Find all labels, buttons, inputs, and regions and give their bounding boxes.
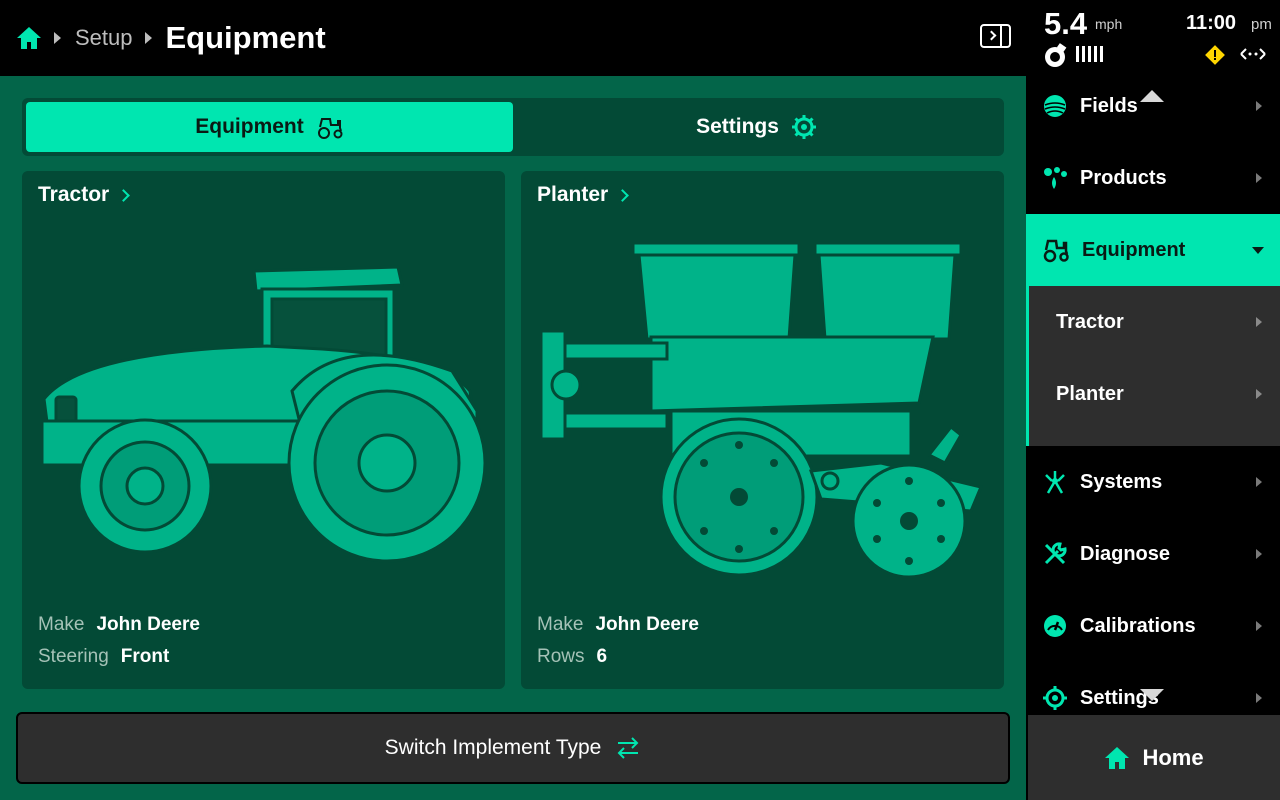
gear-icon — [791, 115, 816, 139]
header-bar: Setup Equipment — [0, 0, 1026, 76]
planter-illustration — [539, 241, 984, 579]
swap-arrows-icon — [617, 737, 639, 759]
products-icon — [1044, 167, 1067, 189]
page-title: Equipment — [165, 20, 326, 55]
planter-rows-row: Rows 6 — [537, 646, 608, 667]
wrench-icon — [1044, 542, 1067, 565]
planter-card[interactable]: Planter Make John Deere Rows 6 — [521, 171, 1004, 689]
tractor-illustration — [40, 265, 487, 563]
subnav-item-planter[interactable]: Planter — [1029, 358, 1280, 430]
chevron-right-icon — [1256, 693, 1262, 703]
panel-toggle-button[interactable] — [980, 24, 1011, 48]
chevron-right-icon — [986, 30, 997, 41]
breadcrumb-separator — [54, 32, 61, 44]
tractor-card-title[interactable]: Tractor — [38, 183, 131, 207]
breadcrumb-separator — [144, 32, 152, 44]
gauge-icon — [1044, 615, 1066, 637]
chevron-right-icon — [1256, 549, 1262, 559]
nav-item-equipment[interactable]: Equipment — [1026, 214, 1280, 286]
home-button[interactable]: Home — [1026, 715, 1280, 800]
clock-ampm: pm — [1251, 16, 1272, 33]
chevron-right-icon — [1256, 173, 1262, 183]
chevron-right-icon — [1256, 389, 1262, 399]
chevron-down-icon — [1252, 246, 1264, 254]
breadcrumb-setup[interactable]: Setup — [75, 25, 133, 51]
chevron-right-icon — [1256, 317, 1262, 327]
clock-time: 11:00 — [1186, 12, 1237, 34]
status-bar: 5.4 mph 11:00 pm — [1026, 0, 1280, 76]
tab-equipment[interactable]: Equipment — [26, 102, 513, 152]
tractor-make-value: John Deere — [96, 614, 200, 635]
tab-bar: Equipment Settings — [22, 98, 1004, 156]
planter-make-row: Make John Deere — [537, 614, 699, 635]
gear-icon — [1043, 686, 1067, 710]
chevron-right-icon — [117, 188, 131, 202]
nav-item-diagnose[interactable]: Diagnose — [1026, 518, 1280, 590]
tractor-icon — [317, 118, 343, 139]
planter-card-title[interactable]: Planter — [537, 183, 630, 207]
planter-make-value: John Deere — [595, 614, 699, 635]
fields-icon — [1044, 95, 1066, 117]
tractor-icon — [1043, 239, 1069, 263]
speed-value: 5.4 — [1044, 6, 1088, 41]
signal-bars-icon — [1076, 46, 1103, 62]
tractor-card[interactable]: Tractor Make John Deere Steering Front — [22, 171, 505, 689]
tractor-make-row: Make John Deere — [38, 614, 200, 635]
chevron-right-icon — [1256, 101, 1262, 111]
subnav-item-tractor[interactable]: Tractor — [1029, 286, 1280, 358]
nav-item-fields[interactable]: Fields — [1026, 70, 1280, 142]
chevron-right-icon — [616, 188, 630, 202]
scroll-down-icon[interactable] — [1140, 689, 1164, 701]
connection-icon — [1240, 48, 1266, 60]
satellite-icon — [1045, 43, 1067, 67]
tab-label: Equipment — [195, 115, 304, 138]
home-icon[interactable] — [16, 26, 42, 50]
scroll-up-icon[interactable] — [1140, 90, 1164, 102]
tab-settings[interactable]: Settings — [513, 102, 1000, 152]
switch-implement-type-button[interactable]: Switch Implement Type — [16, 712, 1010, 784]
warning-icon[interactable] — [1204, 44, 1226, 66]
main-content: Equipment Settings Tractor Make John Dee… — [0, 76, 1026, 800]
switch-button-label: Switch Implement Type — [384, 736, 602, 759]
nav-item-calibrations[interactable]: Calibrations — [1026, 590, 1280, 662]
tab-label: Settings — [696, 115, 779, 138]
nav-item-systems[interactable]: Systems — [1026, 446, 1280, 518]
home-icon — [1105, 746, 1130, 769]
tractor-steering-value: Front — [120, 646, 170, 667]
chevron-right-icon — [1256, 621, 1262, 631]
systems-icon — [1045, 471, 1065, 494]
side-nav: Fields Products Equipment Tractor Plante… — [1026, 70, 1280, 715]
equipment-subnav: Tractor Planter — [1026, 286, 1280, 446]
planter-rows-value: 6 — [596, 646, 608, 667]
nav-item-products[interactable]: Products — [1026, 142, 1280, 214]
tractor-steering-row: Steering Front — [38, 646, 170, 667]
speed-unit: mph — [1095, 16, 1123, 32]
chevron-right-icon — [1256, 477, 1262, 487]
